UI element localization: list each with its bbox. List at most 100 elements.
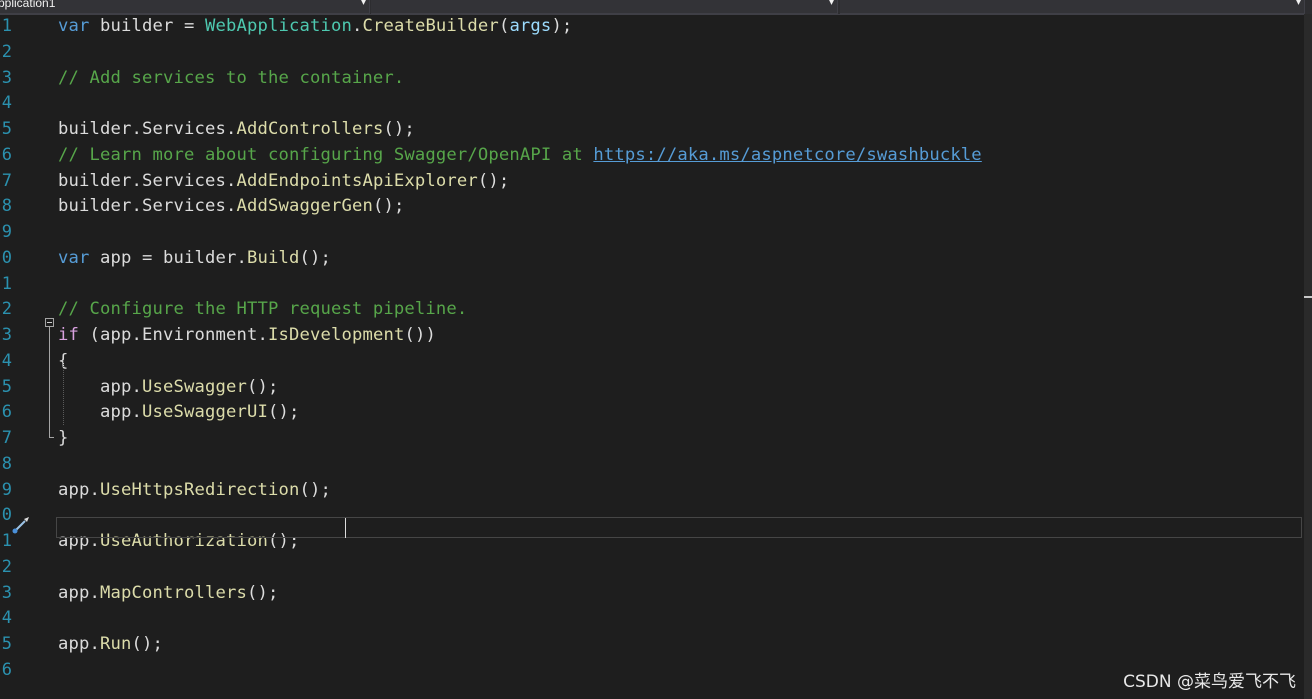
code-token: // Configure the HTTP request pipeline.	[58, 299, 468, 320]
code-text: var builder = WebApplication.CreateBuild…	[58, 15, 572, 37]
code-line[interactable]: 8	[0, 451, 1304, 477]
code-token: var	[58, 16, 90, 36]
code-token: app	[58, 634, 90, 654]
code-line[interactable]: 5 builder.Services.AddControllers();	[0, 116, 1304, 142]
code-token: AddControllers	[236, 119, 384, 139]
code-token: // Learn more about configuring Swagger/…	[58, 144, 594, 165]
code-link[interactable]: https://aka.ms/aspnetcore/swashbuckle	[593, 145, 981, 165]
code-line[interactable]: 9 app.UseHttpsRedirection();	[0, 477, 1304, 503]
code-token: CreateBuilder	[362, 16, 499, 36]
code-token: (	[79, 325, 100, 345]
code-token: UseSwaggerUI	[142, 402, 268, 423]
code-line[interactable]: 5 app.UseSwagger();	[0, 374, 1304, 400]
code-token: .	[131, 196, 142, 217]
code-token: .	[89, 479, 100, 500]
code-token: .	[257, 325, 268, 345]
line-number: 5	[1, 119, 12, 139]
code-text: builder.Services.AddControllers();	[58, 118, 415, 140]
code-token: .	[131, 325, 142, 345]
line-number: 7	[1, 428, 12, 448]
code-token: =	[142, 247, 163, 268]
paintbrush-icon[interactable]	[10, 516, 32, 536]
line-number: 6	[1, 144, 12, 165]
code-token: AddSwaggerGen	[236, 196, 373, 217]
code-token: (	[498, 16, 510, 36]
chevron-down-icon: ▾	[360, 0, 366, 8]
fold-region-line	[49, 327, 50, 437]
code-token: args	[509, 16, 552, 36]
code-token: ();	[299, 247, 331, 268]
code-token: }	[58, 428, 69, 448]
code-line[interactable]: 2	[0, 39, 1304, 65]
line-number: 0	[1, 247, 12, 268]
code-line[interactable]: 6 app.UseSwaggerUI();	[0, 399, 1304, 425]
code-line[interactable]: 9	[0, 219, 1304, 245]
code-line[interactable]: 8 builder.Services.AddSwaggerGen();	[0, 193, 1304, 219]
code-token: // Add services to the container.	[58, 67, 405, 88]
code-token: MapControllers	[100, 582, 247, 603]
code-token: UseSwagger	[142, 376, 247, 397]
line-number: 6	[1, 659, 12, 680]
code-token: builder	[58, 170, 132, 191]
code-text: app.MapControllers();	[58, 582, 278, 604]
text-caret	[345, 518, 346, 538]
code-token: ();	[372, 196, 405, 217]
code-editor[interactable]: 1 var builder = WebApplication.CreateBuil…	[0, 14, 1304, 699]
code-line[interactable]: 4{	[0, 348, 1304, 374]
member-dropdown[interactable]: ▾	[840, 0, 1305, 14]
line-number: 2	[1, 556, 12, 577]
code-text: builder.Services.AddSwaggerGen();	[58, 195, 404, 217]
scrollbar-caret-marker	[1304, 296, 1312, 298]
code-token: app	[100, 402, 132, 423]
code-line[interactable]: 7 builder.Services.AddEndpointsApiExplore…	[0, 168, 1304, 194]
code-line[interactable]: 7}	[0, 425, 1304, 451]
line-number: 1	[1, 273, 12, 294]
code-token: .	[131, 376, 142, 397]
line-number: 3	[1, 325, 12, 345]
vertical-scrollbar[interactable]	[1304, 14, 1312, 699]
code-token: AddEndpointsApiExplorer	[236, 170, 478, 191]
code-line[interactable]: 3 // Add services to the container.	[0, 65, 1304, 91]
code-token: .	[225, 196, 237, 217]
code-line[interactable]: 4	[0, 90, 1304, 116]
code-token: app	[100, 376, 132, 397]
collapse-minus-icon[interactable]	[45, 318, 54, 327]
code-line[interactable]: 1	[0, 271, 1304, 297]
line-number: 2	[1, 299, 12, 320]
code-token: Services	[141, 119, 226, 139]
line-number: 7	[1, 170, 12, 191]
code-token: ();	[299, 479, 331, 500]
code-token: builder	[89, 16, 184, 36]
code-text: app.Run();	[58, 633, 163, 655]
code-token: builder	[58, 196, 132, 217]
code-line[interactable]: 2	[0, 554, 1304, 580]
code-line[interactable]: 3 app.MapControllers();	[0, 580, 1304, 606]
line-number: 5	[1, 634, 12, 654]
code-line[interactable]: 1 var builder = WebApplication.CreateBuil…	[0, 13, 1304, 39]
project-dropdown[interactable]: Application1 ▾	[0, 0, 370, 14]
code-token: ();	[477, 170, 510, 191]
code-line[interactable]: 0 var app = builder.Build();	[0, 245, 1304, 271]
watermark: CSDN @菜鸟爱飞不飞	[1123, 672, 1296, 692]
code-text: var app = builder.Build();	[58, 247, 331, 269]
code-text: // Configure the HTTP request pipeline.	[58, 298, 467, 320]
code-token: var	[58, 247, 90, 268]
scope-dropdown[interactable]: ▾	[371, 0, 838, 14]
current-line-highlight	[56, 517, 1302, 538]
code-token: Run	[100, 634, 132, 654]
code-line[interactable]: 2 // Configure the HTTP request pipeline.	[0, 296, 1304, 322]
line-number: 4	[1, 608, 12, 629]
code-token: app	[58, 582, 90, 603]
code-line[interactable]: 6 // Learn more about configuring Swagger…	[0, 142, 1304, 168]
line-number: 2	[1, 41, 12, 62]
chevron-down-icon: ▾	[1295, 0, 1301, 8]
code-line[interactable]: 6	[0, 657, 1304, 683]
code-text: }	[58, 427, 69, 449]
code-line[interactable]: 5 app.Run();	[0, 631, 1304, 657]
code-line[interactable]: 3 if (app.Environment.IsDevelopment())	[0, 322, 1304, 348]
line-number: 8	[1, 453, 12, 474]
project-dropdown-label: Application1	[0, 0, 56, 10]
code-line[interactable]: 4	[0, 605, 1304, 631]
line-number: 9	[1, 479, 12, 500]
code-token: ();	[267, 402, 300, 423]
